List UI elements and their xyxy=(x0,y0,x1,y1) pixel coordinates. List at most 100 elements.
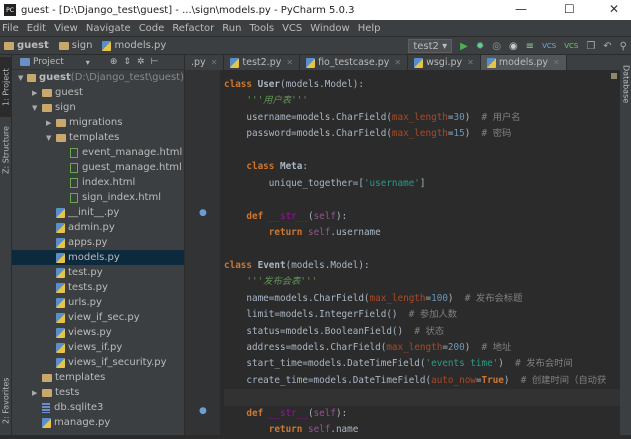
tree-item[interactable]: ▼ templates xyxy=(12,130,184,145)
menu-window[interactable]: Window xyxy=(310,23,349,34)
tree-item[interactable]: ▶ guest xyxy=(12,85,184,100)
dropdown-icon[interactable]: ▾ xyxy=(86,58,90,67)
close-tab-icon[interactable]: ✕ xyxy=(211,58,218,67)
override-marker-icon[interactable]: ● xyxy=(199,208,207,218)
run-configuration-select[interactable]: test2 ▾ xyxy=(408,39,453,53)
project-panel-header: Project ▾ ⊕ ⇕ ✲ ⊢ xyxy=(12,55,184,70)
menu-vcs[interactable]: VCS xyxy=(282,23,302,34)
code-line: create_time=models.DateTimeField(auto_no… xyxy=(224,373,620,389)
menu-help[interactable]: Help xyxy=(358,23,381,34)
settings-gear-icon[interactable]: ✲ xyxy=(137,57,145,67)
inspection-status-icon[interactable] xyxy=(611,73,617,79)
tab-wsgipy[interactable]: wsgi.py ✕ xyxy=(408,55,481,70)
tab-test2py[interactable]: test2.py ✕ xyxy=(224,55,301,70)
menu-view[interactable]: View xyxy=(54,23,78,34)
tree-item[interactable]: ▼ guest (D:\Django_test\guest) xyxy=(12,70,184,85)
profile-icon[interactable]: ◉ xyxy=(509,41,518,52)
menu-navigate[interactable]: Navigate xyxy=(86,23,131,34)
menu-tools[interactable]: Tools xyxy=(249,23,274,34)
code-token: # 状态 xyxy=(414,325,445,337)
code-line: return self.username xyxy=(224,225,620,241)
expand-arrow-icon[interactable]: ▶ xyxy=(46,119,56,127)
tree-item[interactable]: __init__.py xyxy=(12,205,184,220)
tree-item[interactable]: urls.py xyxy=(12,295,184,310)
close-tab-icon[interactable]: ✕ xyxy=(467,58,474,67)
expand-arrow-icon[interactable]: ▼ xyxy=(46,134,56,142)
scroll-from-source-icon[interactable]: ⊕ xyxy=(110,57,118,67)
collapse-all-icon[interactable]: ⇕ xyxy=(123,57,131,67)
structure-tool-tab[interactable]: Z: Structure xyxy=(0,120,12,180)
tree-item[interactable]: models.py xyxy=(12,250,184,265)
expand-arrow-icon[interactable]: ▶ xyxy=(32,89,42,97)
tree-item[interactable]: views_if.py xyxy=(12,340,184,355)
python-file-icon xyxy=(56,252,65,263)
tree-item[interactable]: apps.py xyxy=(12,235,184,250)
minimize-button[interactable]: — xyxy=(515,2,527,16)
code-token: 200 xyxy=(447,342,465,353)
code-token: .name xyxy=(330,424,359,436)
folder-icon xyxy=(42,88,52,97)
tree-item[interactable]: ▶ tests xyxy=(12,385,184,400)
tree-item[interactable]: test.py xyxy=(12,265,184,280)
revert-icon[interactable]: ↶ xyxy=(603,41,611,52)
tree-item[interactable]: index.html xyxy=(12,175,184,190)
breadcrumb-guest[interactable]: guest xyxy=(4,40,49,51)
menu-code[interactable]: Code xyxy=(139,23,165,34)
tree-item[interactable]: guest_manage.html xyxy=(12,160,184,175)
database-tool-tab[interactable]: Database xyxy=(620,59,631,109)
expand-arrow-icon[interactable]: ▼ xyxy=(32,104,42,112)
expand-arrow-icon[interactable]: ▶ xyxy=(32,389,42,397)
tree-item[interactable]: views.py xyxy=(12,325,184,340)
menu-edit[interactable]: Edit xyxy=(27,23,46,34)
favorites-tool-tab[interactable]: 2: Favorites xyxy=(0,370,12,432)
concurrency-icon[interactable]: ≡ xyxy=(526,41,534,52)
tree-item-label: guest xyxy=(39,72,71,83)
tree-item[interactable]: tests.py xyxy=(12,280,184,295)
tree-item-label: tests.py xyxy=(68,282,108,293)
tab-py[interactable]: .py ✕ xyxy=(185,55,225,70)
tab-label: fio_testcase.py xyxy=(318,57,390,68)
code-editor[interactable]: ● ● class User(models.Model): '''用户表''' … xyxy=(185,70,620,435)
debug-icon[interactable]: ✹ xyxy=(476,41,484,52)
menu-refactor[interactable]: Refactor xyxy=(172,23,214,34)
tree-item[interactable]: views_if_security.py xyxy=(12,355,184,370)
tab-fio_testcasepy[interactable]: fio_testcase.py ✕ xyxy=(300,55,409,70)
menu-file[interactable]: File xyxy=(2,23,19,34)
run-icon[interactable]: ▶ xyxy=(460,41,468,52)
close-tab-icon[interactable]: ✕ xyxy=(394,58,401,67)
code-line: status=models.BooleanField() # 状态 xyxy=(224,324,620,340)
tree-item[interactable]: ▶ migrations xyxy=(12,115,184,130)
tree-item[interactable]: templates xyxy=(12,370,184,385)
tree-item[interactable]: manage.py xyxy=(12,415,184,430)
coverage-icon[interactable]: ◎ xyxy=(492,41,501,52)
tree-item[interactable]: ▼ sign xyxy=(12,100,184,115)
error-stripe[interactable] xyxy=(608,70,620,435)
tree-item[interactable]: sign_index.html xyxy=(12,190,184,205)
vcs-update-icon[interactable]: VCS xyxy=(542,42,556,50)
code-content[interactable]: class User(models.Model): '''用户表''' user… xyxy=(224,77,620,439)
close-tab-icon[interactable]: ✕ xyxy=(553,58,560,67)
compare-icon[interactable]: ❐ xyxy=(586,41,595,52)
window-title: guest - [D:\Django_test\guest] - ...\sig… xyxy=(21,4,355,16)
maximize-button[interactable]: ☐ xyxy=(564,2,575,16)
tab-modelspy[interactable]: models.py ✕ xyxy=(480,55,567,70)
search-icon[interactable]: ⚲ xyxy=(620,41,627,52)
close-tab-icon[interactable]: ✕ xyxy=(286,58,293,67)
breadcrumb-models[interactable]: models.py xyxy=(102,40,166,51)
hide-panel-icon[interactable]: ⊢ xyxy=(150,57,158,67)
project-tool-tab[interactable]: 1: Project xyxy=(0,57,12,117)
vcs-commit-icon[interactable]: VCS xyxy=(564,42,578,50)
code-token: max_length xyxy=(386,342,443,353)
tree-item[interactable]: admin.py xyxy=(12,220,184,235)
breadcrumb-sign[interactable]: sign xyxy=(58,40,92,51)
tree-item-label: __init__.py xyxy=(68,207,120,218)
tree-item[interactable]: view_if_sec.py xyxy=(12,310,184,325)
close-button[interactable]: ✕ xyxy=(609,2,619,16)
override-marker-icon[interactable]: ● xyxy=(199,406,207,416)
project-view-select[interactable]: Project xyxy=(33,57,64,67)
menu-run[interactable]: Run xyxy=(222,23,241,34)
tree-item[interactable]: db.sqlite3 xyxy=(12,400,184,415)
expand-arrow-icon[interactable]: ▼ xyxy=(18,74,27,82)
tree-item[interactable]: event_manage.html xyxy=(12,145,184,160)
